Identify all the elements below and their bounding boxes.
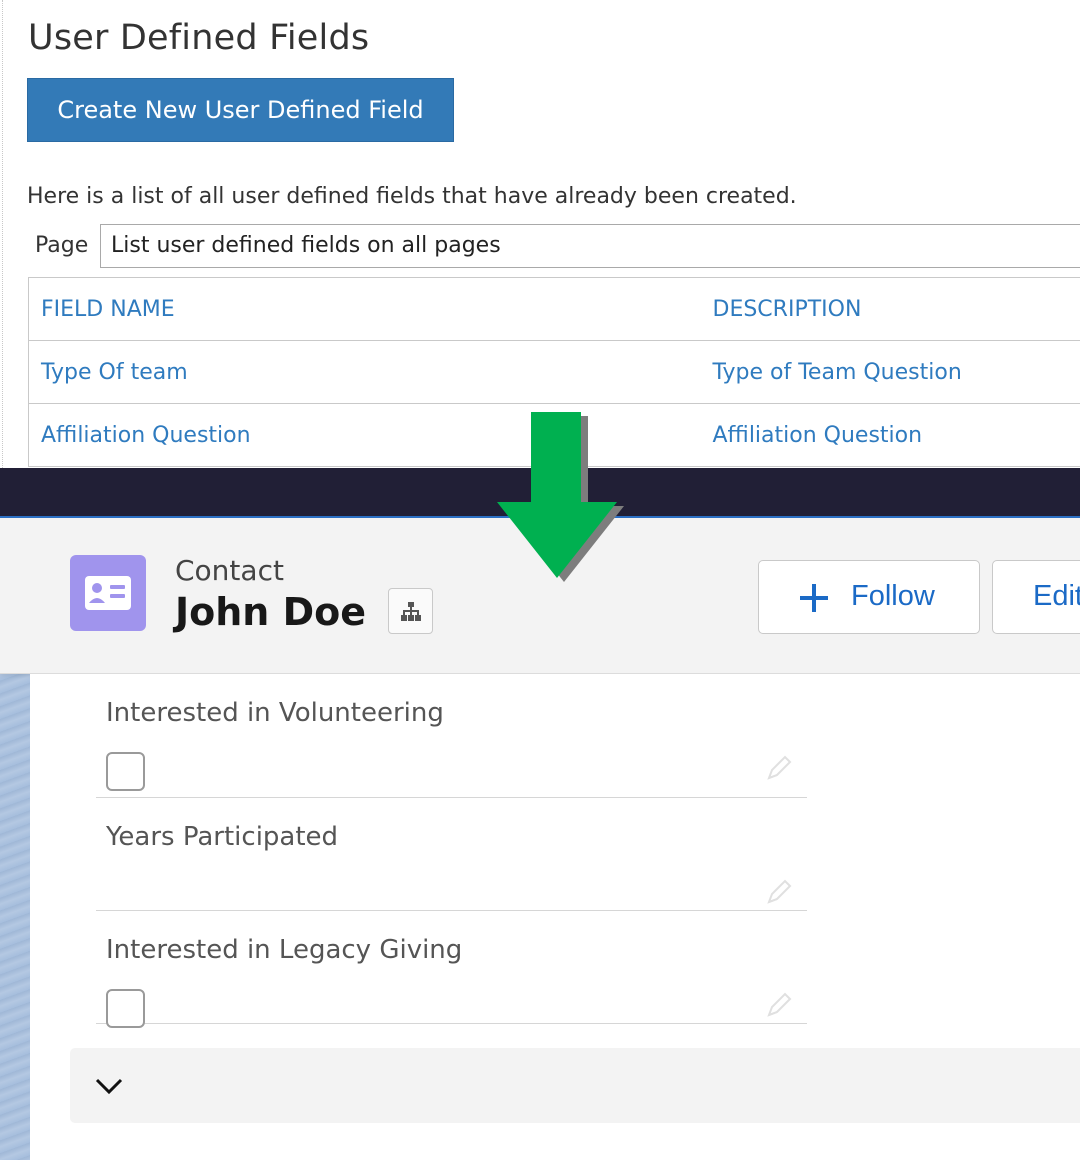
page-filter-select[interactable]: List user defined fields on all pages xyxy=(100,224,1080,268)
table-header-row: FIELD NAME DESCRIPTION xyxy=(28,277,1080,341)
plus-icon xyxy=(800,584,828,612)
pencil-edit-icon[interactable] xyxy=(765,876,795,906)
create-user-defined-field-button[interactable]: Create New User Defined Field xyxy=(27,78,454,142)
page-filter-label: Page xyxy=(35,233,89,258)
field-interested-in-volunteering: Interested in Volunteering xyxy=(96,674,807,798)
background-strip xyxy=(0,668,30,1160)
page-title: User Defined Fields xyxy=(28,18,370,58)
hierarchy-icon xyxy=(401,602,421,621)
collapsible-section-header[interactable] xyxy=(70,1048,1080,1123)
field-name-link[interactable]: Type Of team xyxy=(28,340,701,404)
legacy-giving-checkbox[interactable] xyxy=(106,989,145,1028)
edit-button-label: Edit xyxy=(1033,580,1080,612)
field-description-link[interactable]: Type of Team Question xyxy=(700,340,1080,404)
record-name: John Doe xyxy=(175,590,367,634)
field-label: Years Participated xyxy=(106,822,339,852)
object-type-label: Contact xyxy=(175,554,284,587)
follow-button[interactable]: Follow xyxy=(758,560,980,634)
field-label: Interested in Legacy Giving xyxy=(106,935,463,965)
pencil-edit-icon[interactable] xyxy=(765,989,795,1019)
pencil-edit-icon[interactable] xyxy=(765,752,795,782)
record-details: Interested in Volunteering Years Partici… xyxy=(30,674,1080,1160)
field-description-link[interactable]: Affiliation Question xyxy=(700,403,1080,467)
volunteering-checkbox[interactable] xyxy=(106,752,145,791)
field-interested-in-legacy-giving: Interested in Legacy Giving xyxy=(96,911,807,1028)
udf-admin-panel: User Defined Fields Create New User Defi… xyxy=(0,0,1080,468)
arrow-down-icon xyxy=(497,412,624,582)
chevron-down-icon xyxy=(95,1078,123,1095)
intro-text: Here is a list of all user defined field… xyxy=(27,184,797,209)
column-header-field-name[interactable]: FIELD NAME xyxy=(28,277,701,341)
contact-record-panel: Contact John Doe Follow Edit Interested … xyxy=(0,518,1080,1160)
table-row: Type Of team Type of Team Question xyxy=(28,340,1080,404)
contact-card-icon xyxy=(70,555,146,631)
follow-button-label: Follow xyxy=(851,580,935,612)
field-years-participated: Years Participated xyxy=(96,798,807,911)
hierarchy-button[interactable] xyxy=(388,588,433,634)
field-label: Interested in Volunteering xyxy=(106,698,444,728)
panel-left-rule xyxy=(2,0,3,468)
edit-button[interactable]: Edit xyxy=(992,560,1080,634)
column-header-description[interactable]: DESCRIPTION xyxy=(700,277,1080,341)
